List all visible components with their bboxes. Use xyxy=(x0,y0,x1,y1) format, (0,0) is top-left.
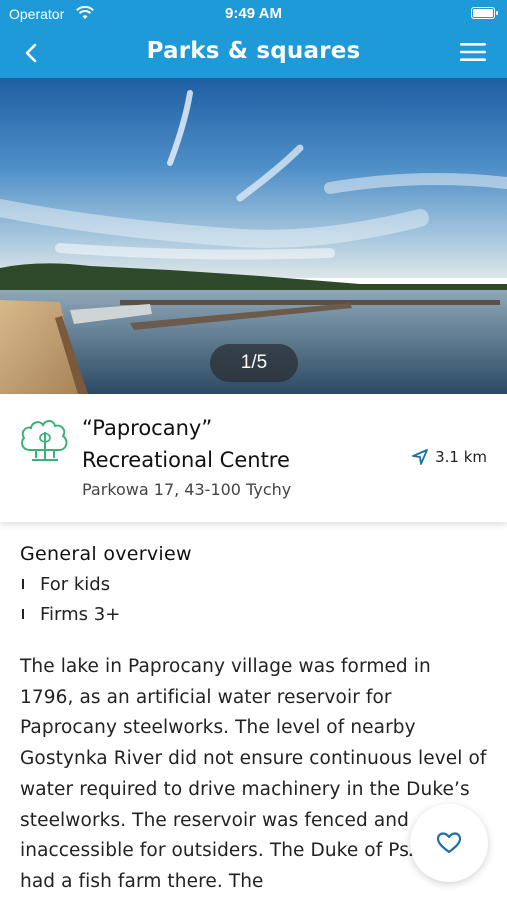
place-address: Parkowa 17, 43-100 Tychy xyxy=(82,480,292,499)
list-item-label: For kids xyxy=(40,573,111,595)
distance-indicator[interactable]: 3.1 km xyxy=(411,448,487,466)
tree-icon xyxy=(21,420,68,461)
general-overview: General overview For kids Firms 3+ xyxy=(20,543,490,629)
place-title-line1: “Paprocany” xyxy=(82,416,213,440)
bullet-marker xyxy=(22,609,24,619)
distance-label: 3.1 km xyxy=(435,448,487,466)
place-title-line2: Recreational Centre xyxy=(82,448,290,472)
bullet-marker xyxy=(22,579,24,589)
navigation-arrow-icon xyxy=(412,449,428,465)
heart-icon xyxy=(436,832,462,854)
list-item: Firms 3+ xyxy=(20,599,490,629)
status-bar: Operator 9:49 AM xyxy=(0,0,507,28)
navigation-bar: Parks & squares xyxy=(0,28,507,78)
menu-button[interactable] xyxy=(459,40,487,64)
clock: 9:49 AM xyxy=(225,5,282,22)
list-item: For kids xyxy=(20,569,490,599)
place-info-card: “Paprocany” Recreational Centre Parkowa … xyxy=(0,394,507,522)
section-title: General overview xyxy=(20,543,192,565)
favorite-button[interactable] xyxy=(410,804,488,882)
battery-icon xyxy=(471,7,498,19)
hamburger-menu-icon xyxy=(460,43,486,61)
list-item-label: Firms 3+ xyxy=(40,603,121,625)
gallery-counter: 1/5 xyxy=(210,344,298,382)
place-title: “Paprocany” Recreational Centre xyxy=(82,412,402,476)
page-title: Parks & squares xyxy=(146,38,361,64)
